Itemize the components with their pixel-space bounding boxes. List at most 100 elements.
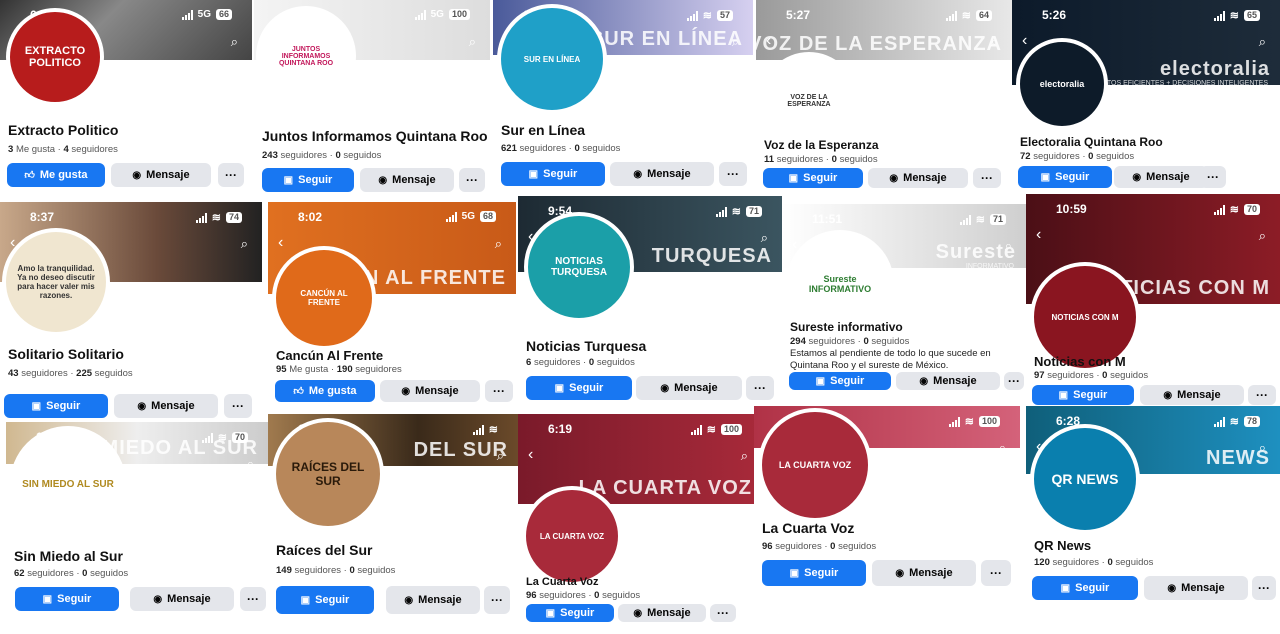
back-arrow-icon[interactable]: ‹ — [1036, 226, 1041, 244]
more-options-button[interactable]: ··· — [1248, 385, 1276, 405]
more-options-button[interactable]: ··· — [710, 604, 736, 622]
search-icon[interactable]: ⌕ — [1259, 34, 1266, 50]
follow-button[interactable]: ▣ Seguir — [526, 376, 632, 400]
search-icon[interactable]: ⌕ — [495, 236, 502, 252]
page-stats: 621 seguidores · 0 seguidos — [501, 143, 620, 154]
follow-button[interactable]: ▣ Seguir — [762, 560, 866, 586]
profile-avatar[interactable]: SUR EN LÍNEA — [497, 4, 607, 114]
search-icon[interactable]: ⌕ — [991, 34, 998, 50]
page-name[interactable]: Noticias con M — [1034, 354, 1126, 369]
page-name[interactable]: Cancún Al Frente — [276, 348, 383, 363]
stat-2-value: 0 — [1102, 370, 1108, 381]
profile-avatar[interactable]: RAÍCES DEL SUR — [272, 418, 384, 530]
page-name[interactable]: QR News — [1034, 538, 1091, 553]
search-icon[interactable]: ⌕ — [1259, 228, 1266, 244]
more-options-button[interactable]: ··· — [1200, 166, 1226, 188]
page-name[interactable]: Voz de la Esperanza — [764, 138, 879, 152]
page-name[interactable]: Sin Miedo al Sur — [14, 548, 123, 564]
more-options-button[interactable]: ··· — [484, 586, 510, 614]
more-options-button[interactable]: ··· — [719, 162, 747, 186]
battery-level: 66 — [218, 9, 229, 19]
back-arrow-icon[interactable]: ‹ — [278, 234, 283, 252]
avatar-logo-text: NOTICIAS TURQUESA — [550, 256, 608, 278]
profile-avatar[interactable]: NOTICIAS TURQUESA — [524, 212, 634, 322]
search-icon[interactable]: ⌕ — [497, 448, 504, 464]
profile-avatar[interactable]: JUNTOS INFORMAMOS QUINTANA ROO — [256, 6, 356, 106]
more-options-button[interactable]: ··· — [218, 163, 244, 187]
follow-button[interactable]: ▣ Seguir — [789, 372, 891, 390]
profile-avatar[interactable]: QR NEWS — [1030, 424, 1140, 534]
follow-button[interactable]: ▣ Seguir — [1032, 576, 1138, 600]
follow-button[interactable]: ▣ Seguir — [763, 168, 863, 188]
profile-avatar[interactable]: CANCÚN AL FRENTE — [272, 246, 376, 350]
page-name[interactable]: Raíces del Sur — [276, 542, 373, 558]
page-name[interactable]: La Cuarta Voz — [762, 520, 854, 536]
profile-avatar[interactable]: Amo la tranquilidad. Ya no deseo discuti… — [2, 228, 110, 336]
battery-level: 78 — [1246, 416, 1257, 426]
profile-avatar[interactable]: electoralia — [1016, 38, 1108, 130]
search-icon[interactable]: ⌕ — [732, 34, 739, 50]
follow-button[interactable]: ▣ Seguir — [276, 586, 374, 614]
page-name[interactable]: Sureste informativo — [790, 320, 903, 334]
more-options-button[interactable]: ··· — [224, 394, 252, 418]
search-icon[interactable]: ⌕ — [761, 230, 768, 246]
back-arrow-icon[interactable]: ‹ — [1022, 32, 1027, 50]
profile-avatar[interactable]: LA CUARTA VOZ — [522, 486, 622, 586]
search-icon[interactable]: ⌕ — [1259, 440, 1266, 456]
more-options-button[interactable]: ··· — [973, 168, 1001, 188]
page-name[interactable]: Sur en Línea — [501, 122, 585, 138]
more-options-button[interactable]: ··· — [459, 168, 485, 192]
profile-avatar[interactable]: SIN MIEDO AL SUR — [10, 426, 126, 542]
signal-icon — [472, 424, 484, 435]
follow-button[interactable]: ▣ Seguir — [501, 162, 605, 186]
profile-avatar[interactable]: VOZ DE LA ESPERANZA — [760, 52, 858, 150]
follow-button[interactable]: ▣ Seguir — [262, 168, 354, 192]
follow-button[interactable]: ▣ Seguir — [4, 394, 108, 418]
follow-button[interactable]: ▣ Seguir — [1018, 166, 1112, 188]
follow-button[interactable]: ▣ Seguir — [1032, 385, 1134, 405]
message-button[interactable]: ◉ Mensaje — [610, 162, 714, 186]
search-icon[interactable]: ⌕ — [247, 456, 254, 472]
search-icon[interactable]: ⌕ — [999, 440, 1006, 456]
message-button[interactable]: ◉ Mensaje — [1114, 166, 1208, 188]
message-button[interactable]: ◉ Mensaje — [868, 168, 968, 188]
message-button[interactable]: ◉ Mensaje — [618, 604, 706, 622]
more-options-button[interactable]: ··· — [1004, 372, 1024, 390]
message-button[interactable]: ◉ Mensaje — [130, 587, 234, 611]
page-name[interactable]: Extracto Politico — [8, 122, 118, 138]
message-button[interactable]: ◉ Mensaje — [386, 586, 480, 614]
page-name[interactable]: Electoralia Quintana Roo — [1020, 135, 1163, 149]
message-button[interactable]: ◉ Mensaje — [360, 168, 454, 192]
page-name[interactable]: Solitario Solitario — [8, 346, 124, 362]
page-name[interactable]: La Cuarta Voz — [526, 576, 599, 588]
search-icon[interactable]: ⌕ — [231, 34, 238, 50]
profile-avatar[interactable]: EXTRACTO POLITICO — [6, 8, 104, 106]
follow-button[interactable]: ▣ Seguir — [15, 587, 119, 611]
more-options-button[interactable]: ··· — [1252, 576, 1276, 600]
like-button[interactable]: 👍︎ Me gusta — [7, 163, 105, 187]
message-button[interactable]: ◉ Mensaje — [1144, 576, 1248, 600]
search-icon[interactable]: ⌕ — [469, 34, 476, 50]
more-options-button[interactable]: ··· — [981, 560, 1011, 586]
profile-avatar[interactable]: LA CUARTA VOZ — [758, 408, 872, 522]
message-button[interactable]: ◉ Mensaje — [114, 394, 218, 418]
more-options-button[interactable]: ··· — [746, 376, 774, 400]
more-options-button[interactable]: ··· — [240, 587, 266, 611]
more-options-button[interactable]: ··· — [485, 380, 513, 402]
message-button[interactable]: ◉ Mensaje — [380, 380, 480, 402]
message-button[interactable]: ◉ Mensaje — [636, 376, 742, 400]
message-button[interactable]: ◉ Mensaje — [111, 163, 211, 187]
page-name[interactable]: Noticias Turquesa — [526, 338, 646, 354]
search-icon[interactable]: ⌕ — [741, 448, 748, 464]
search-icon[interactable]: ⌕ — [1005, 238, 1012, 254]
back-arrow-icon[interactable]: ‹ — [766, 32, 771, 50]
back-arrow-icon[interactable]: ‹ — [528, 446, 533, 464]
message-button-label: Mensaje — [392, 174, 436, 186]
message-button[interactable]: ◉ Mensaje — [1140, 385, 1244, 405]
page-name[interactable]: Juntos Informamos Quintana Roo — [262, 128, 488, 144]
message-button[interactable]: ◉ Mensaje — [872, 560, 976, 586]
follow-button[interactable]: ▣ Seguir — [526, 604, 614, 622]
message-button[interactable]: ◉ Mensaje — [896, 372, 1000, 390]
search-icon[interactable]: ⌕ — [241, 236, 248, 252]
like-button[interactable]: 👍︎ Me gusta — [275, 380, 375, 402]
